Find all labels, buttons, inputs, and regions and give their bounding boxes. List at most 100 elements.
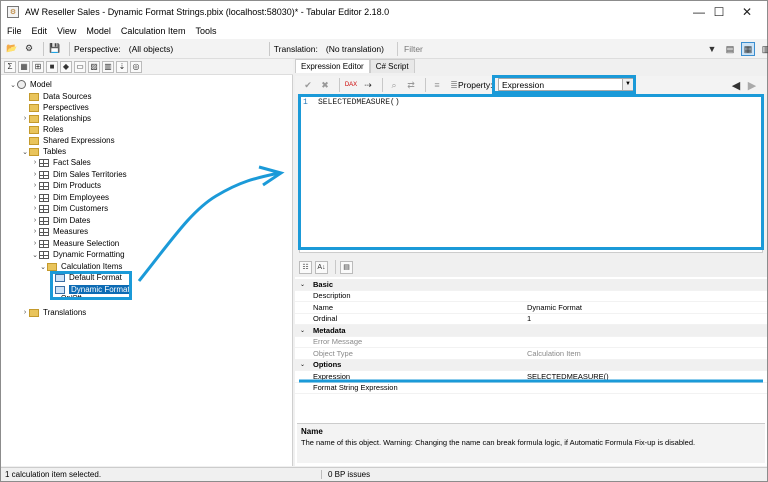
tree-table[interactable]: › Dim Employees bbox=[31, 192, 109, 203]
tree-hidden-item[interactable]: On/Off bbox=[61, 295, 82, 302]
dax-format-icon[interactable]: DAX bbox=[344, 78, 358, 92]
sort-icon[interactable]: ⇣ bbox=[116, 60, 128, 73]
property-label: Property: bbox=[458, 80, 493, 90]
prop-ordinal[interactable]: Ordinal 1 bbox=[295, 314, 767, 325]
category-options[interactable]: ⌄ Options bbox=[295, 359, 767, 371]
separator bbox=[43, 41, 44, 56]
cancel-icon[interactable]: ✖ bbox=[318, 78, 332, 92]
hide-icon[interactable]: ▨ bbox=[88, 60, 100, 73]
tree-table[interactable]: › Dim Customers bbox=[31, 203, 108, 214]
prop-error-message[interactable]: Error Message bbox=[295, 337, 767, 348]
prop-format-string-expression[interactable]: Format String Expression bbox=[295, 383, 767, 394]
tree-table[interactable]: › Measures bbox=[31, 226, 88, 237]
accept-icon[interactable]: ✔ bbox=[301, 78, 315, 92]
display-folders-icon[interactable]: ▦ bbox=[741, 42, 755, 56]
view-toggles: ▼ ▤ ▦ ▥ bbox=[705, 42, 768, 56]
find-icon[interactable]: ⌕ bbox=[387, 78, 401, 92]
tree-translations[interactable]: › Translations bbox=[21, 307, 86, 318]
properties-toolbar: ☷ A↓ ▤ bbox=[295, 257, 767, 277]
status-bp-issues[interactable]: 0 BP issues bbox=[321, 470, 370, 479]
hierarchy-icon[interactable]: ⊞ bbox=[32, 60, 44, 73]
close-button[interactable]: ✕ bbox=[725, 1, 768, 23]
tree-tables[interactable]: ⌄ Tables bbox=[21, 146, 66, 157]
tree-relationships[interactable]: › Relationships bbox=[21, 113, 91, 124]
tree-perspectives[interactable]: Perspectives bbox=[21, 102, 89, 113]
category-basic[interactable]: ⌄ Basic bbox=[295, 279, 767, 291]
back-icon[interactable]: ◀ bbox=[729, 78, 743, 92]
comment-icon[interactable]: ≡ bbox=[430, 78, 444, 92]
tree-table[interactable]: › Dim Dates bbox=[31, 215, 91, 226]
app-window: ⚙ AW Reseller Sales - Dynamic Format Str… bbox=[0, 0, 768, 482]
tree-calc-item[interactable]: Default Format bbox=[55, 272, 122, 283]
menu-file[interactable]: File bbox=[7, 26, 22, 36]
window-title: AW Reseller Sales - Dynamic Format Strin… bbox=[25, 7, 390, 17]
meta-icon[interactable]: ▥ bbox=[759, 42, 768, 56]
tree-toolbar: Σ ▦ ⊞ ■ ◆ ▭ ▨ ▥ ⇣ ◎ bbox=[1, 59, 293, 75]
save-icon[interactable]: 💾 bbox=[48, 42, 62, 56]
perspective-select[interactable]: (All objects) bbox=[127, 42, 265, 56]
alphabetical-icon[interactable]: A↓ bbox=[315, 260, 328, 274]
date-table-icon bbox=[39, 216, 49, 225]
tree-calc-items[interactable]: ⌄ Calculation Items bbox=[39, 261, 122, 272]
table-icon bbox=[39, 204, 49, 213]
description-title: Name bbox=[301, 427, 323, 436]
prop-name[interactable]: Name Dynamic Format bbox=[295, 302, 767, 314]
code-editor[interactable]: 1 SELECTEDMEASURE() bbox=[299, 95, 763, 253]
tree-table[interactable]: › Fact Sales bbox=[31, 157, 91, 168]
expression-editor-pane: Expression Editor C# Script ✔ ✖ DAX ⇢ ⌕ … bbox=[295, 59, 767, 255]
connect-icon[interactable]: ⚙ bbox=[22, 42, 36, 56]
prop-object-type[interactable]: Object Type Calculation Item bbox=[295, 348, 767, 360]
folder-icon[interactable]: ▭ bbox=[74, 60, 86, 73]
menu-tools[interactable]: Tools bbox=[195, 26, 216, 36]
property-select[interactable]: Expression ▼ bbox=[498, 78, 634, 91]
open-icon[interactable]: 📂 bbox=[5, 42, 19, 56]
app-icon: ⚙ bbox=[7, 6, 19, 18]
tree-table[interactable]: ⌄ Dynamic Formatting bbox=[31, 249, 125, 260]
filter-input[interactable]: Filter bbox=[397, 42, 697, 56]
replace-icon[interactable]: ⇄ bbox=[404, 78, 418, 92]
tree-roles[interactable]: Roles bbox=[21, 124, 63, 135]
title-bar: ⚙ AW Reseller Sales - Dynamic Format Str… bbox=[1, 1, 767, 23]
tree-model[interactable]: ⌄ Model bbox=[9, 79, 52, 90]
menu-model[interactable]: Model bbox=[86, 26, 111, 36]
cube-icon[interactable]: ◆ bbox=[60, 60, 72, 73]
partition-icon[interactable]: ■ bbox=[46, 60, 58, 73]
chevron-down-icon[interactable]: ▼ bbox=[622, 79, 633, 90]
dependencies-icon[interactable]: ⇢ bbox=[361, 78, 375, 92]
tree-calc-item-selected[interactable]: Dynamic Format bbox=[55, 284, 132, 295]
category-metadata[interactable]: ⌄ Metadata bbox=[295, 325, 767, 337]
table-icon[interactable]: ▦ bbox=[18, 60, 30, 73]
tree-table[interactable]: › Dim Products bbox=[31, 180, 101, 191]
filter-icon[interactable]: ▼ bbox=[705, 42, 719, 56]
perspective-label: Perspective: bbox=[74, 43, 121, 54]
menu-edit[interactable]: Edit bbox=[32, 26, 48, 36]
menu-calculation-item[interactable]: Calculation Item bbox=[121, 26, 186, 36]
prop-description[interactable]: Description bbox=[295, 291, 767, 302]
collapse-icon[interactable]: ⌄ bbox=[300, 281, 305, 288]
tab-csharp-script[interactable]: C# Script bbox=[369, 59, 415, 73]
status-bar: 1 calculation item selected. 0 BP issues bbox=[1, 467, 767, 481]
calc-group-icon bbox=[39, 250, 49, 259]
prop-expression[interactable]: Expression SELECTEDMEASURE() bbox=[295, 371, 767, 383]
columns-icon[interactable]: ▥ bbox=[102, 60, 114, 73]
tree-table[interactable]: › Measure Selection bbox=[31, 238, 119, 249]
separator bbox=[268, 41, 270, 56]
tree-pane: Σ ▦ ⊞ ■ ◆ ▭ ▨ ▥ ⇣ ◎ ⌄ Model Data Sources … bbox=[1, 59, 293, 466]
categorized-icon[interactable]: ☷ bbox=[299, 260, 312, 274]
sum-icon[interactable]: Σ bbox=[4, 60, 16, 73]
forward-icon[interactable]: ▶ bbox=[745, 78, 759, 92]
calc-icon[interactable]: ◎ bbox=[130, 60, 142, 73]
menu-view[interactable]: View bbox=[57, 26, 76, 36]
calc-group-icon bbox=[39, 239, 49, 248]
status-selection: 1 calculation item selected. bbox=[5, 470, 102, 479]
property-description: Name The name of this object. Warning: C… bbox=[297, 423, 765, 463]
tab-expression-editor[interactable]: Expression Editor bbox=[295, 59, 370, 73]
collapse-icon[interactable]: ⌄ bbox=[300, 327, 305, 334]
tree-table[interactable]: › Dim Sales Territories bbox=[31, 169, 127, 180]
show-hidden-icon[interactable]: ▤ bbox=[723, 42, 737, 56]
separator bbox=[382, 78, 383, 92]
property-pages-icon[interactable]: ▤ bbox=[340, 260, 353, 274]
tree-shared-expressions[interactable]: Shared Expressions bbox=[21, 135, 115, 146]
tree-data-sources[interactable]: Data Sources bbox=[21, 91, 91, 102]
collapse-icon[interactable]: ⌄ bbox=[300, 361, 305, 368]
